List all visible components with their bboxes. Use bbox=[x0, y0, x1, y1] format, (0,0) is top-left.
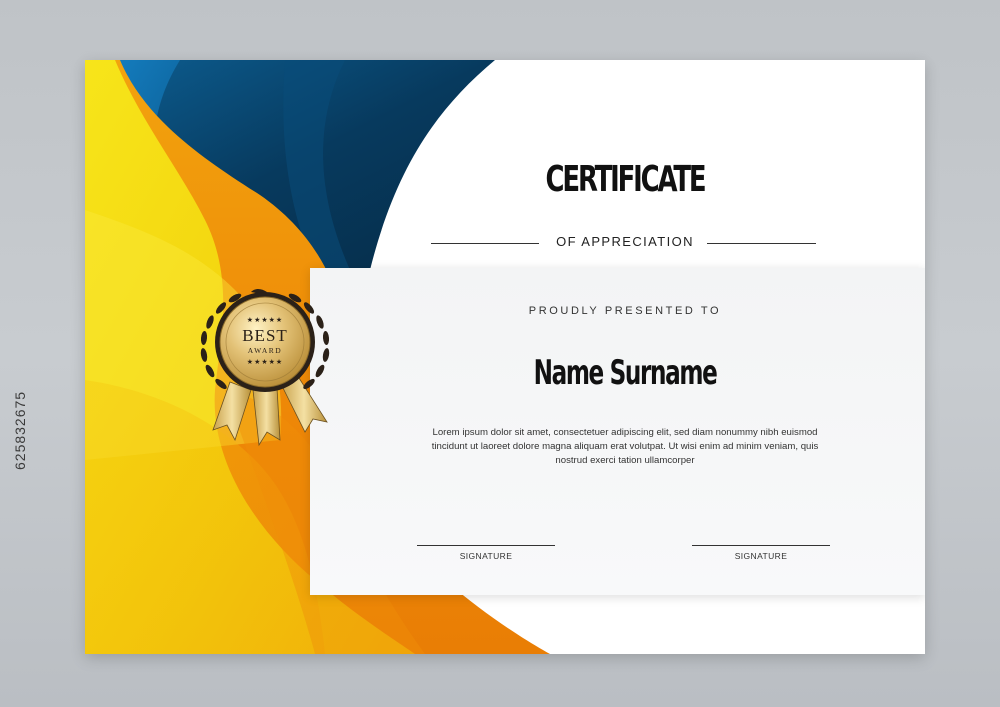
subtitle-rule-left bbox=[431, 243, 539, 244]
signature-line-right bbox=[692, 545, 830, 546]
signature-line-left bbox=[417, 545, 555, 546]
certificate: CERTIFICATE OF APPRECIATION PROUDLY PRES… bbox=[85, 60, 925, 654]
signature-label-right: SIGNATURE bbox=[734, 551, 788, 561]
certificate-body-text: Lorem ipsum dolor sit amet, consectetuer… bbox=[431, 427, 819, 466]
certificate-subtitle: OF APPRECIATION bbox=[556, 234, 694, 249]
stock-id: 625832675 bbox=[12, 390, 28, 470]
presented-label: PROUDLY PRESENTED TO bbox=[528, 305, 722, 317]
subtitle-rule-right bbox=[707, 243, 816, 244]
badge-stars-bottom: ★★★★★ bbox=[246, 358, 284, 366]
signature-label-left: SIGNATURE bbox=[459, 551, 513, 561]
best-award-badge-icon bbox=[200, 289, 330, 447]
badge-stars-top: ★★★★★ bbox=[246, 316, 284, 324]
recipient-name: Name Surname bbox=[533, 353, 718, 393]
badge-award-text: AWARD bbox=[247, 346, 283, 355]
badge-best-text: BEST bbox=[242, 326, 288, 345]
certificate-title: CERTIFICATE bbox=[545, 159, 707, 200]
